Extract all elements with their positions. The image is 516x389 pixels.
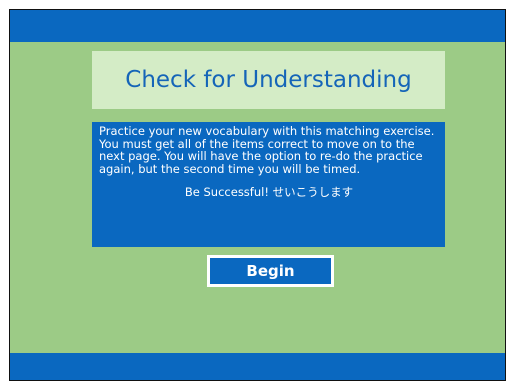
- page-title: Check for Understanding: [125, 67, 412, 93]
- instructions-text: Practice your new vocabulary with this m…: [99, 124, 435, 176]
- title-box: Check for Understanding: [92, 51, 445, 109]
- bottom-banner: [10, 353, 505, 380]
- instructions-box: Practice your new vocabulary with this m…: [92, 122, 445, 247]
- begin-button-label: Begin: [246, 262, 295, 280]
- instructions-tagline: Be Successful! せいこうします: [184, 185, 354, 199]
- begin-button[interactable]: Begin: [207, 255, 334, 287]
- slide-frame: Check for Understanding Practice your ne…: [9, 9, 506, 381]
- top-banner: [10, 10, 505, 42]
